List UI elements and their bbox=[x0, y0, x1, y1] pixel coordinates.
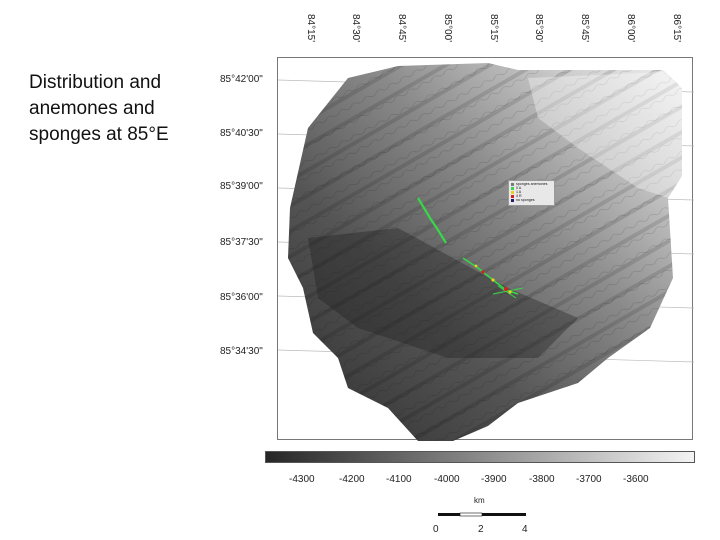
longitude-label: 86°00' bbox=[625, 14, 636, 43]
depth-scale-tick: -4200 bbox=[339, 474, 365, 485]
depth-scale-tick: -3700 bbox=[576, 474, 602, 485]
longitude-label: 85°45' bbox=[579, 14, 590, 43]
longitude-label: 86°15' bbox=[671, 14, 682, 43]
distance-scale-bar bbox=[438, 512, 526, 517]
observation-marker bbox=[508, 290, 512, 294]
depth-scale-tick: -3800 bbox=[529, 474, 555, 485]
longitude-label: 84°45' bbox=[396, 14, 407, 43]
legend-label: no sponges bbox=[516, 198, 535, 202]
distance-scale-tick: 0 bbox=[433, 524, 439, 535]
longitude-label: 84°15' bbox=[305, 14, 316, 43]
latitude-label: 85°37'30" bbox=[220, 237, 263, 248]
slide-title-line: sponges at 85°E bbox=[29, 124, 169, 145]
slide-title-line: anemones and bbox=[29, 98, 155, 119]
depth-color-scale bbox=[265, 451, 695, 463]
longitude-label: 85°00' bbox=[442, 14, 453, 43]
longitude-label: 85°30' bbox=[533, 14, 544, 43]
bathymetry-map bbox=[277, 57, 694, 441]
observation-marker bbox=[474, 264, 478, 268]
observation-marker bbox=[504, 287, 508, 291]
legend-swatch bbox=[511, 194, 514, 198]
latitude-label: 85°42'00" bbox=[220, 74, 263, 85]
slide-title-line: Distribution and bbox=[29, 72, 162, 93]
latitude-label: 85°40'30" bbox=[220, 128, 263, 139]
bathymetry-svg bbox=[278, 63, 694, 441]
depth-scale-tick: -4300 bbox=[289, 474, 315, 485]
slide-title: Distribution and anemones and sponges at… bbox=[29, 70, 219, 148]
depth-scale-tick: -3600 bbox=[623, 474, 649, 485]
observation-marker bbox=[491, 278, 495, 282]
depth-scale-tick: -4100 bbox=[386, 474, 412, 485]
legend-row: no sponges bbox=[511, 198, 552, 202]
longitude-label: 84°30' bbox=[350, 14, 361, 43]
distance-scale-tick: 4 bbox=[522, 524, 528, 535]
longitude-label: 85°15' bbox=[488, 14, 499, 43]
map-legend: sponges anemones 0 A 1 A 4 R no sponges bbox=[508, 180, 555, 206]
legend-swatch bbox=[511, 198, 514, 202]
legend-swatch bbox=[511, 190, 514, 194]
legend-swatch bbox=[511, 182, 514, 186]
latitude-label: 85°36'00" bbox=[220, 292, 263, 303]
distance-scale-tick: 2 bbox=[478, 524, 484, 535]
depth-scale-tick: -3900 bbox=[481, 474, 507, 485]
legend-swatch bbox=[511, 186, 514, 190]
observation-marker bbox=[481, 270, 485, 274]
distance-scale-unit: km bbox=[474, 496, 485, 505]
latitude-label: 85°34'30" bbox=[220, 346, 263, 357]
depth-scale-tick: -4000 bbox=[434, 474, 460, 485]
latitude-label: 85°39'00" bbox=[220, 181, 263, 192]
